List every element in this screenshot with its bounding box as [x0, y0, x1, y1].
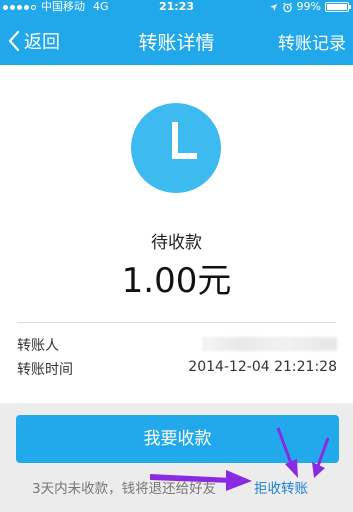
- battery-icon: [325, 2, 351, 12]
- transfer-time-value: 2014-12-04 21:21:28: [188, 359, 337, 375]
- header-bar: 中国移动 4G 21:23 99% 返回 转账详情 转账记录: [0, 0, 353, 65]
- transfer-records-button[interactable]: 转账记录: [278, 29, 346, 54]
- transfer-status: 待收款: [151, 233, 202, 253]
- location-arrow-icon: [269, 3, 277, 11]
- receive-money-button[interactable]: 我要收款: [16, 415, 339, 463]
- alarm-icon: [282, 2, 292, 12]
- battery-percent: 99%: [296, 0, 321, 13]
- divider: [17, 322, 336, 323]
- transfer-detail-card: 待收款 1.00元 转账人 转账时间 2014-12-04 21:21:28: [0, 65, 353, 403]
- navigation-bar: 返回 转账详情 转账记录: [0, 20, 353, 64]
- transfer-time-label: 转账时间: [17, 362, 73, 378]
- payee-value-blurred: [202, 337, 337, 351]
- clock-icon: [131, 103, 221, 193]
- transfer-amount: 1.00元: [121, 261, 232, 301]
- status-bar: 中国移动 4G 21:23 99%: [0, 0, 353, 15]
- reject-transfer-link[interactable]: 拒收转账: [254, 477, 308, 497]
- status-right: 99%: [269, 0, 351, 14]
- refund-note: 3天内未收款，钱将退还给好友: [32, 481, 217, 497]
- payee-label: 转账人: [17, 338, 59, 354]
- annotation-arrowhead-right: [312, 462, 325, 478]
- annotation-arrowhead-left: [226, 470, 252, 491]
